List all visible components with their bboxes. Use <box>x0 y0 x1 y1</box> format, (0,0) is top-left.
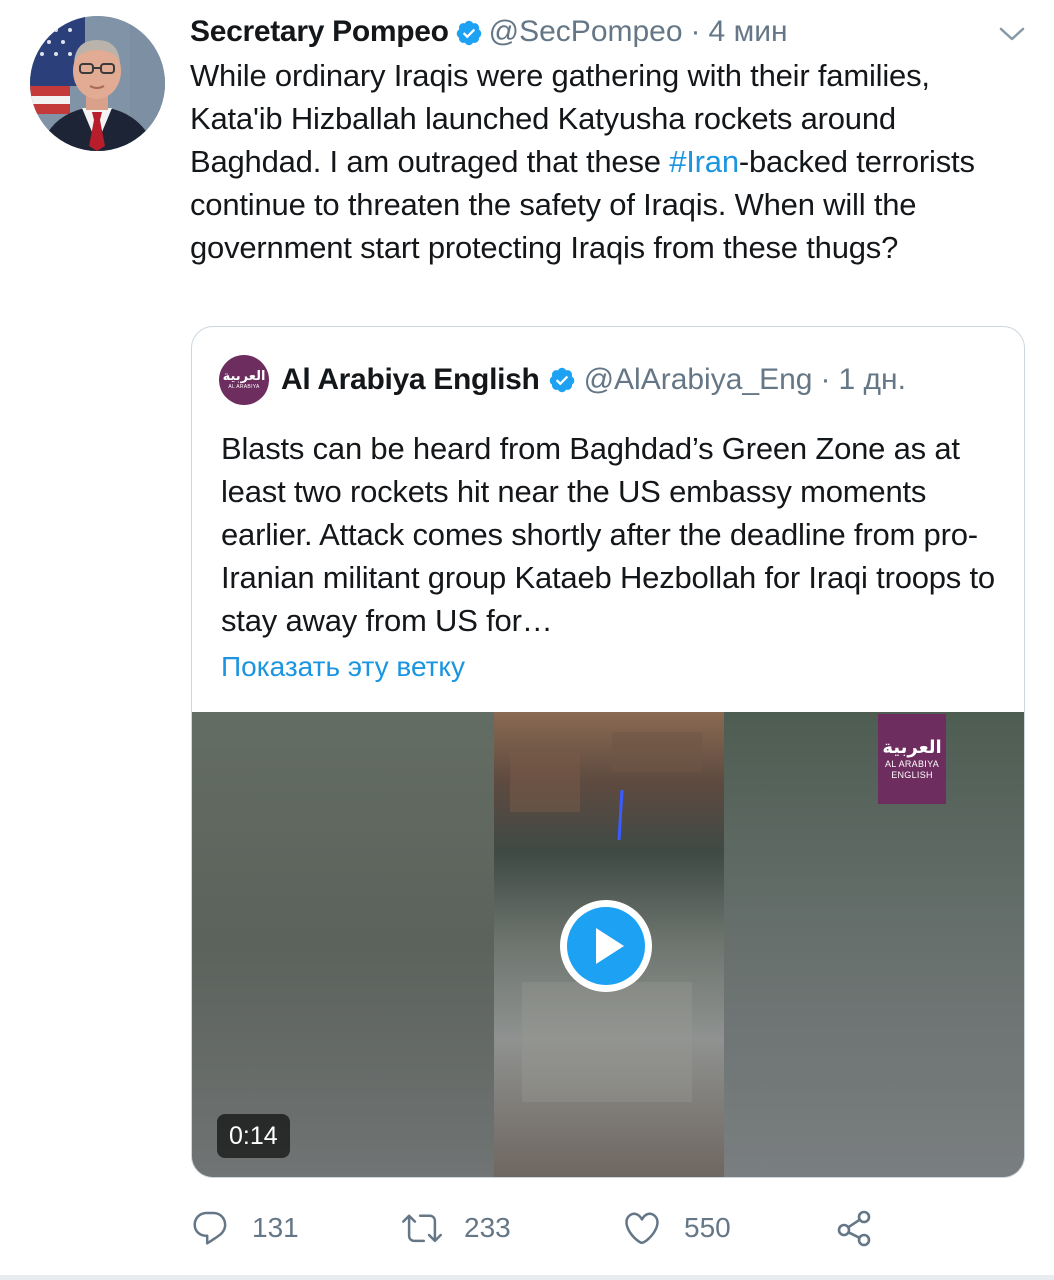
tweet-actions: 131 233 550 <box>190 1200 1030 1256</box>
quoted-tweet-card[interactable]: العربية AL ARABIYA Al Arabiya English @A… <box>191 326 1025 1178</box>
quoted-avatar-english: AL ARABIYA <box>228 383 260 390</box>
author-handle[interactable]: @SecPompeo <box>489 12 683 52</box>
channel-logo-english-2: ENGLISH <box>891 770 933 780</box>
channel-logo-english-1: AL ARABIYA <box>884 759 940 769</box>
show-thread-link[interactable]: Показать эту ветку <box>221 651 465 683</box>
separator-dot: · <box>820 363 831 396</box>
quoted-header: العربية AL ARABIYA Al Arabiya English @A… <box>219 355 906 405</box>
chevron-down-icon[interactable] <box>996 22 1028 46</box>
video-duration: 0:14 <box>217 1114 290 1158</box>
channel-logo-arabic: العربية <box>882 737 942 758</box>
video-player[interactable]: العربية AL ARABIYA ENGLISH 0:14 <box>192 712 1024 1177</box>
like-count: 550 <box>684 1212 731 1243</box>
tweet-time[interactable]: 4 мин <box>709 12 788 52</box>
retweet-button[interactable]: 233 <box>402 1200 511 1256</box>
quoted-text: Blasts can be heard from Baghdad’s Green… <box>221 431 995 638</box>
like-button[interactable]: 550 <box>622 1200 731 1256</box>
tweet-header: Secretary Pompeo @SecPompeo · 4 мин <box>190 12 788 52</box>
share-button[interactable] <box>834 1200 896 1256</box>
play-icon[interactable] <box>558 898 654 994</box>
reply-button[interactable]: 131 <box>190 1200 299 1256</box>
author-name[interactable]: Secretary Pompeo <box>190 12 449 52</box>
separator-dot: · <box>690 15 701 48</box>
verified-badge-icon <box>548 366 576 394</box>
quoted-time[interactable]: 1 дн. <box>838 363 905 397</box>
channel-logo: العربية AL ARABIYA ENGLISH <box>878 714 946 804</box>
tweet-divider <box>0 1275 1054 1280</box>
quoted-handle[interactable]: @AlArabiya_Eng <box>584 363 813 397</box>
verified-badge-icon <box>455 18 483 46</box>
tweet-text: While ordinary Iraqis were gathering wit… <box>190 54 1030 269</box>
share-icon <box>837 1210 871 1247</box>
author-avatar[interactable] <box>30 16 165 151</box>
quoted-avatar-arabic: العربية <box>222 368 266 384</box>
reply-count: 131 <box>252 1212 299 1243</box>
retweet-count: 233 <box>464 1212 511 1243</box>
quoted-avatar[interactable]: العربية AL ARABIYA <box>219 355 269 405</box>
reply-icon <box>193 1211 227 1245</box>
quoted-author-name[interactable]: Al Arabiya English <box>281 363 540 397</box>
hashtag-link[interactable]: #Iran <box>669 144 739 179</box>
retweet-icon <box>402 1214 442 1243</box>
heart-icon <box>625 1212 659 1245</box>
